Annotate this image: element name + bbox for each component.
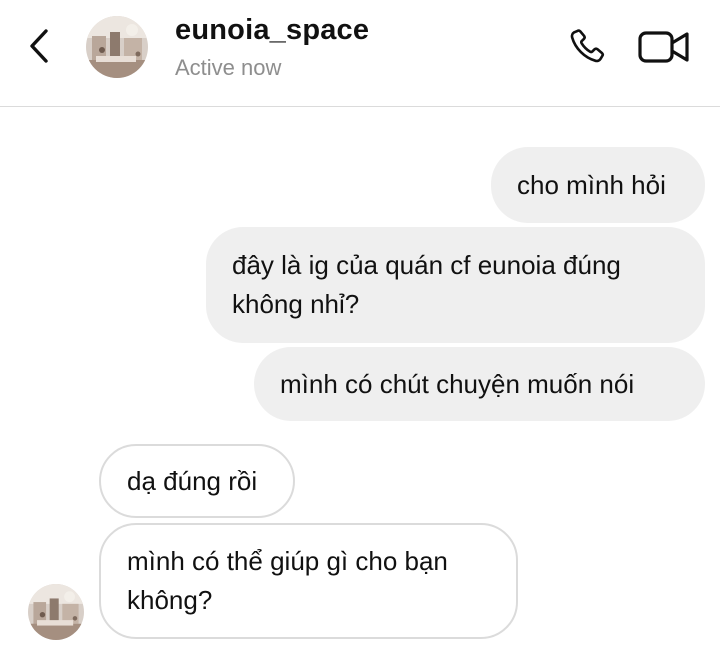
message-bubble-received[interactable]: dạ đúng rồi: [99, 444, 295, 518]
message-bubble-sent[interactable]: đây là ig của quán cf eunoia đúng không …: [206, 227, 705, 343]
message-text: dạ đúng rồi: [127, 465, 258, 496]
chevron-left-icon: [30, 29, 48, 63]
sender-avatar[interactable]: [28, 584, 84, 640]
message-bubble-sent[interactable]: mình có chút chuyện muốn nói: [254, 347, 705, 421]
contact-avatar[interactable]: [86, 16, 148, 78]
call-button[interactable]: [566, 26, 608, 68]
chat-screen: eunoia_space Active now cho mình hỏi đây…: [0, 0, 720, 647]
message-text: mình có thể giúp gì cho bạn không?: [127, 546, 448, 615]
video-call-button[interactable]: [637, 27, 691, 67]
chat-header: eunoia_space Active now: [0, 0, 720, 107]
phone-icon: [570, 29, 605, 63]
message-text: đây là ig của quán cf eunoia đúng không …: [232, 250, 621, 319]
back-button[interactable]: [22, 26, 58, 66]
message-text: mình có chút chuyện muốn nói: [280, 368, 635, 399]
contact-name[interactable]: eunoia_space: [175, 14, 369, 47]
avatar-image: [28, 584, 84, 640]
video-camera-icon: [638, 31, 689, 63]
contact-status: Active now: [175, 55, 282, 80]
message-bubble-sent[interactable]: cho mình hỏi: [491, 147, 705, 223]
avatar-image: [86, 16, 148, 78]
message-bubble-received[interactable]: mình có thể giúp gì cho bạn không?: [99, 523, 518, 639]
message-text: cho mình hỏi: [517, 169, 666, 200]
